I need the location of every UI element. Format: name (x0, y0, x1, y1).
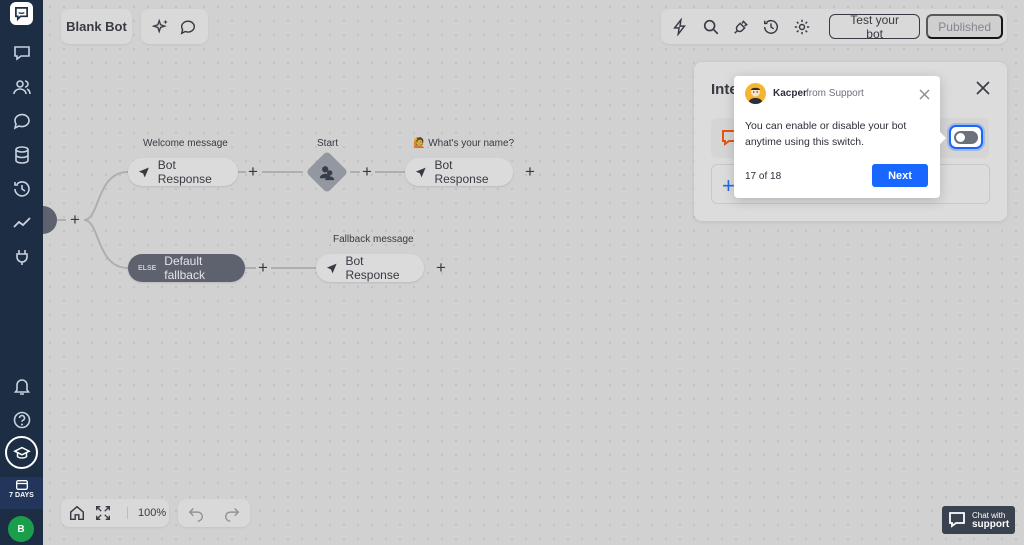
add-step-plus-icon[interactable]: + (522, 163, 538, 180)
name-bot-response-node[interactable]: Bot Response (405, 158, 513, 186)
send-icon (326, 263, 337, 273)
chat-support-text: Chat with support (972, 511, 1010, 530)
send-icon (138, 166, 149, 178)
node-label: Default fallback (164, 254, 205, 282)
user-avatar[interactable]: B (8, 516, 34, 542)
search-icon[interactable] (695, 11, 725, 42)
zoom-toolbar: 100% (61, 499, 169, 527)
card-icon (15, 480, 28, 490)
welcome-message-label: Welcome message (143, 138, 228, 149)
add-step-plus-icon[interactable]: + (67, 211, 83, 228)
history-icon[interactable] (756, 11, 786, 42)
analytics-icon[interactable] (8, 209, 35, 236)
close-icon[interactable] (975, 80, 991, 96)
chat-preview-icon[interactable] (175, 11, 203, 42)
published-button[interactable]: Published (926, 14, 1004, 39)
plus-icon: + (722, 173, 735, 198)
send-icon (415, 167, 426, 177)
help-icon[interactable] (8, 406, 35, 433)
chat-with-support-button[interactable]: Chat with support (942, 506, 1015, 534)
fallback-bot-response-node[interactable]: Bot Response (316, 254, 424, 282)
chat-bots-icon[interactable] (8, 39, 35, 66)
undo-icon[interactable] (184, 498, 208, 529)
integrations-plug-icon[interactable] (8, 243, 35, 270)
academy-graduation-icon[interactable] (5, 436, 38, 469)
app-logo-icon[interactable] (10, 2, 33, 25)
history-icon[interactable] (8, 175, 35, 202)
next-button[interactable]: Next (872, 164, 928, 187)
tooltip-body: You can enable or disable your bot anyti… (745, 120, 907, 148)
users-icon[interactable] (8, 73, 35, 100)
welcome-bot-response-node[interactable]: Bot Response (128, 158, 238, 186)
conversations-icon[interactable] (8, 107, 35, 134)
notifications-bell-icon[interactable] (8, 372, 35, 399)
support-agent-avatar (745, 83, 766, 104)
sidebar: 7 DAYS B (0, 0, 43, 545)
default-fallback-node[interactable]: ELSE Default fallback (128, 254, 245, 282)
zoom-level[interactable]: 100% (127, 507, 166, 519)
left-toolbar (141, 9, 208, 44)
plug-icon[interactable] (726, 11, 756, 42)
chat-bubble-icon (949, 512, 965, 528)
toggle-switch[interactable] (954, 130, 978, 144)
start-user-icon (317, 162, 337, 182)
settings-gear-icon[interactable] (787, 11, 817, 42)
node-label: Bot Response (434, 158, 489, 186)
database-icon[interactable] (8, 141, 35, 168)
tooltip-step-counter: 17 of 18 (745, 171, 782, 182)
add-step-plus-icon[interactable]: + (245, 163, 261, 180)
tooltip-author: Kacper (773, 88, 807, 99)
add-step-plus-icon[interactable]: + (359, 163, 375, 180)
node-label: Bot Response (345, 254, 400, 282)
home-icon[interactable] (67, 498, 87, 529)
trial-days-label: 7 DAYS (9, 492, 34, 499)
start-label: Start (317, 138, 339, 149)
test-your-bot-button[interactable]: Test your bot (828, 13, 921, 41)
tour-tooltip: Kacper from Support You can enable or di… (734, 76, 946, 198)
lightning-icon[interactable] (665, 11, 695, 42)
fit-screen-icon[interactable] (93, 498, 113, 529)
add-step-plus-icon[interactable]: + (433, 259, 449, 276)
node-label: Bot Response (157, 158, 212, 186)
bot-name-button[interactable]: Blank Bot (61, 9, 132, 44)
ai-sparkle-icon[interactable] (147, 11, 175, 42)
redo-icon[interactable] (220, 498, 244, 529)
close-icon[interactable] (919, 87, 930, 100)
undo-redo-toolbar (178, 499, 250, 527)
whats-your-name-label: 🙋 What's your name? (413, 138, 515, 149)
trial-badge[interactable]: 7 DAYS (0, 477, 43, 509)
fallback-message-label: Fallback message (333, 234, 414, 245)
bot-enable-toggle[interactable] (949, 125, 983, 149)
tooltip-from: from Support (806, 88, 864, 99)
else-tag: ELSE (138, 264, 157, 272)
right-toolbar: Test your bot Published (661, 9, 1007, 44)
chat-support-line2: support (972, 519, 1010, 530)
add-step-plus-icon[interactable]: + (255, 259, 271, 276)
